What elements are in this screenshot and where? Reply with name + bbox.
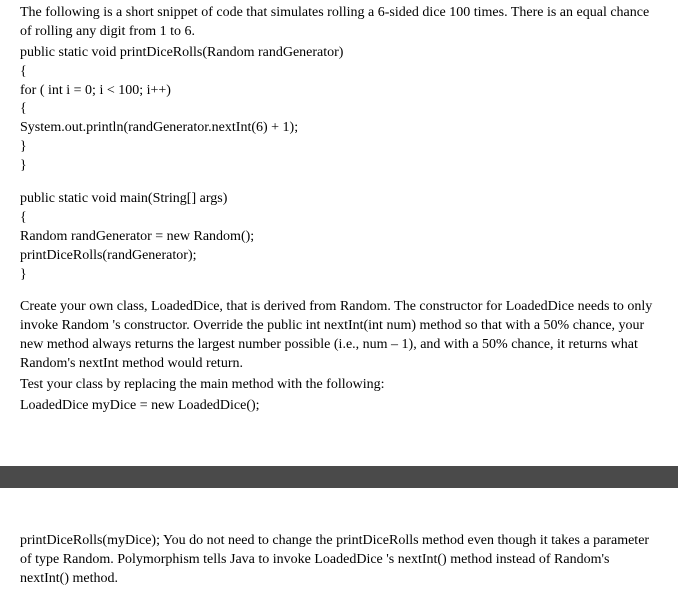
intro-paragraph: The following is a short snippet of code… — [20, 4, 658, 42]
blank-line — [20, 176, 658, 190]
polymorphism-paragraph: printDiceRolls(myDice); You do not need … — [20, 532, 658, 589]
separator-bar — [0, 466, 678, 488]
code-line: System.out.println(randGenerator.nextInt… — [20, 119, 658, 138]
code-line: { — [20, 63, 658, 82]
code-line: printDiceRolls(randGenerator); — [20, 247, 658, 266]
bottom-section: printDiceRolls(myDice); You do not need … — [0, 528, 678, 600]
top-section: The following is a short snippet of code… — [0, 0, 678, 426]
gap — [0, 488, 678, 528]
code-line: public static void main(String[] args) — [20, 190, 658, 209]
code-line: } — [20, 138, 658, 157]
code-line: { — [20, 209, 658, 228]
code-line: { — [20, 100, 658, 119]
code-line: for ( int i = 0; i < 100; i++) — [20, 82, 658, 101]
code-line: } — [20, 266, 658, 285]
code-line: public static void printDiceRolls(Random… — [20, 44, 658, 63]
instructions-paragraph: Create your own class, LoadedDice, that … — [20, 298, 658, 374]
code-line: Random randGenerator = new Random(); — [20, 228, 658, 247]
gap — [0, 426, 678, 466]
code-line: } — [20, 157, 658, 176]
test-code-line: LoadedDice myDice = new LoadedDice(); — [20, 397, 658, 416]
test-intro: Test your class by replacing the main me… — [20, 376, 658, 395]
blank-line — [20, 284, 658, 298]
